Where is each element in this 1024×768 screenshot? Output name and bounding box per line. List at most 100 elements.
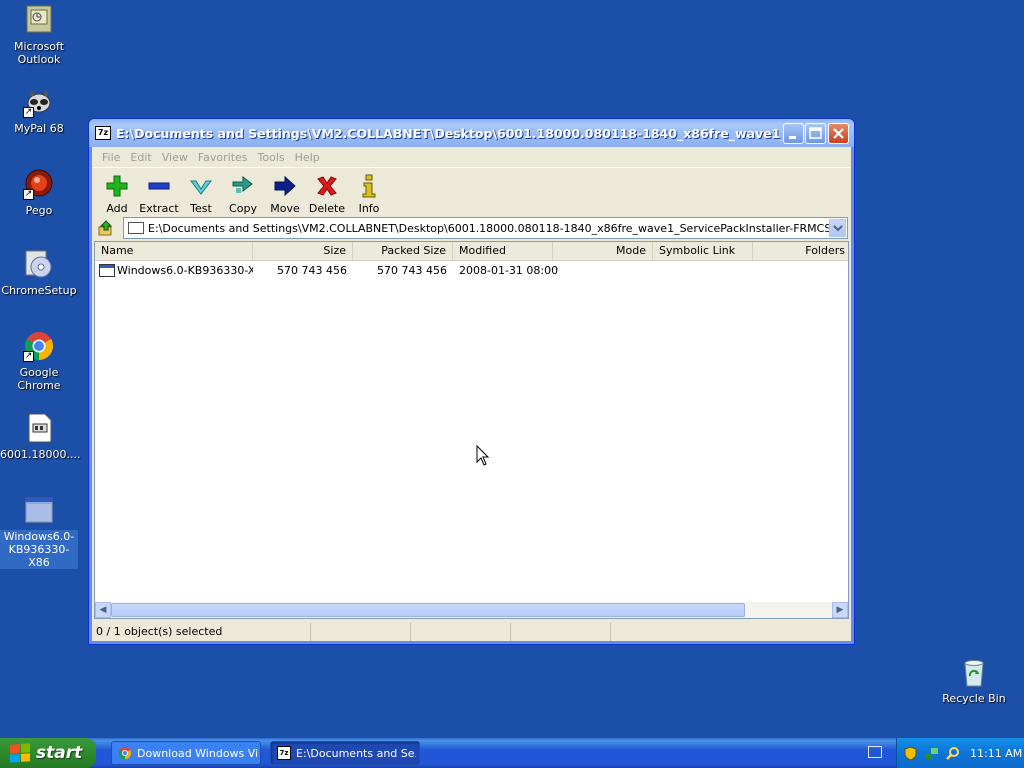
scroll-left-button[interactable]: ◀ <box>95 602 111 618</box>
desktop-icon-label: Google Chrome <box>17 366 61 392</box>
checkmark-icon <box>189 180 213 195</box>
column-symbolic-link[interactable]: Symbolic Link <box>653 242 753 261</box>
start-label: start <box>36 743 83 763</box>
horizontal-scrollbar[interactable]: ◀ ▶ <box>95 602 848 618</box>
shortcut-arrow-icon: ↗ <box>23 189 34 200</box>
maximize-button[interactable] <box>805 123 826 144</box>
search-icon[interactable] <box>945 746 960 761</box>
menu-file[interactable]: File <box>97 151 125 164</box>
folder-up-button[interactable] <box>97 219 115 237</box>
desktop-icon-label: Windows6.0-KB936330-X86 <box>0 530 78 569</box>
taskbar-item-label: E:\Documents and Se... <box>296 746 416 760</box>
column-folders[interactable]: Folders <box>753 242 848 261</box>
taskbar-item-7zip[interactable]: 7z E:\Documents and Se... <box>270 741 420 765</box>
title-bar[interactable]: 7z E:\Documents and Settings\VM2.COLLABN… <box>89 119 854 147</box>
right-arrow-icon <box>274 175 296 197</box>
column-packed-size[interactable]: Packed Size <box>353 242 453 261</box>
toolbar-label: Test <box>190 202 212 215</box>
installer-icon <box>23 248 55 280</box>
window-title: E:\Documents and Settings\VM2.COLLABNET\… <box>116 125 781 141</box>
7zip-app-icon[interactable]: 7z <box>95 126 111 140</box>
file-list[interactable]: Name Size Packed Size Modified Mode Symb… <box>94 241 849 619</box>
chevron-down-icon <box>832 225 843 232</box>
desktop-icon-label: Pego <box>25 204 53 217</box>
column-size[interactable]: Size <box>253 242 353 261</box>
status-selection: 0 / 1 object(s) selected <box>93 623 311 641</box>
desktop-icon-mypal[interactable]: ↗ MyPal 68 <box>0 86 78 135</box>
mouse-cursor-icon <box>476 445 490 466</box>
column-mode[interactable]: Mode <box>553 242 653 261</box>
cell-modified: 2008-01-31 08:00 <box>459 264 559 277</box>
desktop-icon-outlook[interactable]: Microsoft Outlook <box>0 4 78 66</box>
folder-up-icon <box>98 220 113 236</box>
minus-icon <box>148 182 170 190</box>
desktop-icon-chromesetup[interactable]: ChromeSetup <box>0 248 78 297</box>
desktop-icon-label: ChromeSetup <box>1 284 77 297</box>
taskbar-item-chrome[interactable]: Download Windows Vi... <box>111 741 261 765</box>
cell-name: Windows6.0-KB936330-X... <box>117 264 253 277</box>
network-icon[interactable] <box>924 746 939 761</box>
scroll-thumb[interactable] <box>111 603 745 617</box>
archive-window: 7z E:\Documents and Settings\VM2.COLLABN… <box>88 118 855 645</box>
start-button[interactable]: start <box>0 738 96 768</box>
iso-file-icon <box>23 412 55 444</box>
desktop-icon-iso-file[interactable]: 6001.18000.... <box>0 412 81 461</box>
column-name[interactable]: Name <box>95 242 253 261</box>
toolbar-label: Copy <box>229 202 257 215</box>
status-cell <box>411 623 511 641</box>
executable-window-icon <box>23 494 55 526</box>
desktop-icon-label: MyPal 68 <box>14 122 64 135</box>
address-bar: E:\Documents and Settings\VM2.COLLABNET\… <box>93 217 850 239</box>
menu-view[interactable]: View <box>157 151 193 164</box>
toolbar-label: Add <box>106 202 128 215</box>
toolbar-label: Delete <box>308 202 346 215</box>
menu-favorites[interactable]: Favorites <box>193 151 253 164</box>
chrome-icon: ↗ <box>23 330 55 362</box>
cell-packed-size: 570 743 456 <box>377 264 447 277</box>
desktop-icon-label: Recycle Bin <box>942 692 1006 705</box>
menu-tools[interactable]: Tools <box>253 151 290 164</box>
plus-icon <box>106 175 128 197</box>
cell-size: 570 743 456 <box>277 264 347 277</box>
recycle-bin-icon <box>958 656 990 688</box>
status-bar: 0 / 1 object(s) selected <box>93 622 850 642</box>
desktop-icon-windows6-kb[interactable]: Windows6.0-KB936330-X86 <box>0 494 78 569</box>
menu-help[interactable]: Help <box>290 151 325 164</box>
menu-bar: File Edit View Favorites Tools Help <box>93 148 850 167</box>
list-header: Name Size Packed Size Modified Mode Symb… <box>95 242 848 261</box>
status-cell <box>311 623 411 641</box>
desktop-icon-google-chrome[interactable]: ↗ Google Chrome <box>0 330 78 392</box>
address-field[interactable]: E:\Documents and Settings\VM2.COLLABNET\… <box>123 217 848 239</box>
toolbar-label: Extract <box>139 202 179 215</box>
clock[interactable]: 11:11 AM <box>970 747 1022 760</box>
copy-arrows-icon <box>232 175 253 193</box>
raccoon-icon: ↗ <box>23 86 55 118</box>
desktop-icon-pego[interactable]: ↗ Pego <box>0 168 78 217</box>
toolbar-label: Move <box>270 202 300 215</box>
taskbar-item-label: Download Windows Vi... <box>137 746 257 760</box>
table-row[interactable]: Windows6.0-KB936330-X... 570 743 456 570… <box>95 262 848 279</box>
column-modified[interactable]: Modified <box>453 242 553 261</box>
toolbar-label: Info <box>358 202 380 215</box>
desktop-icon-recycle-bin[interactable]: Recycle Bin <box>935 656 1013 705</box>
scroll-right-button[interactable]: ▶ <box>832 602 848 618</box>
address-text: E:\Documents and Settings\VM2.COLLABNET\… <box>148 221 829 235</box>
delete-x-icon <box>317 176 337 196</box>
menu-edit[interactable]: Edit <box>125 151 156 164</box>
7zip-app-icon: 7z <box>277 746 291 760</box>
shortcut-arrow-icon: ↗ <box>23 351 34 362</box>
outlook-icon <box>23 4 55 36</box>
taskbar: start Download Windows Vi... 7z E:\Docum… <box>0 738 1024 768</box>
minimize-button[interactable] <box>783 123 804 144</box>
close-button[interactable] <box>828 123 849 144</box>
shortcut-arrow-icon: ↗ <box>23 107 34 118</box>
pego-icon: ↗ <box>23 168 55 200</box>
desktop-icon-label: 6001.18000.... <box>0 448 81 461</box>
windows-logo-icon <box>10 743 30 763</box>
system-tray: 11:11 AM <box>896 738 1024 768</box>
address-dropdown-button[interactable] <box>829 219 846 237</box>
status-cell <box>511 623 611 641</box>
keyboard-icon[interactable] <box>868 746 882 758</box>
info-icon <box>362 174 376 198</box>
security-shield-icon[interactable] <box>903 745 918 761</box>
